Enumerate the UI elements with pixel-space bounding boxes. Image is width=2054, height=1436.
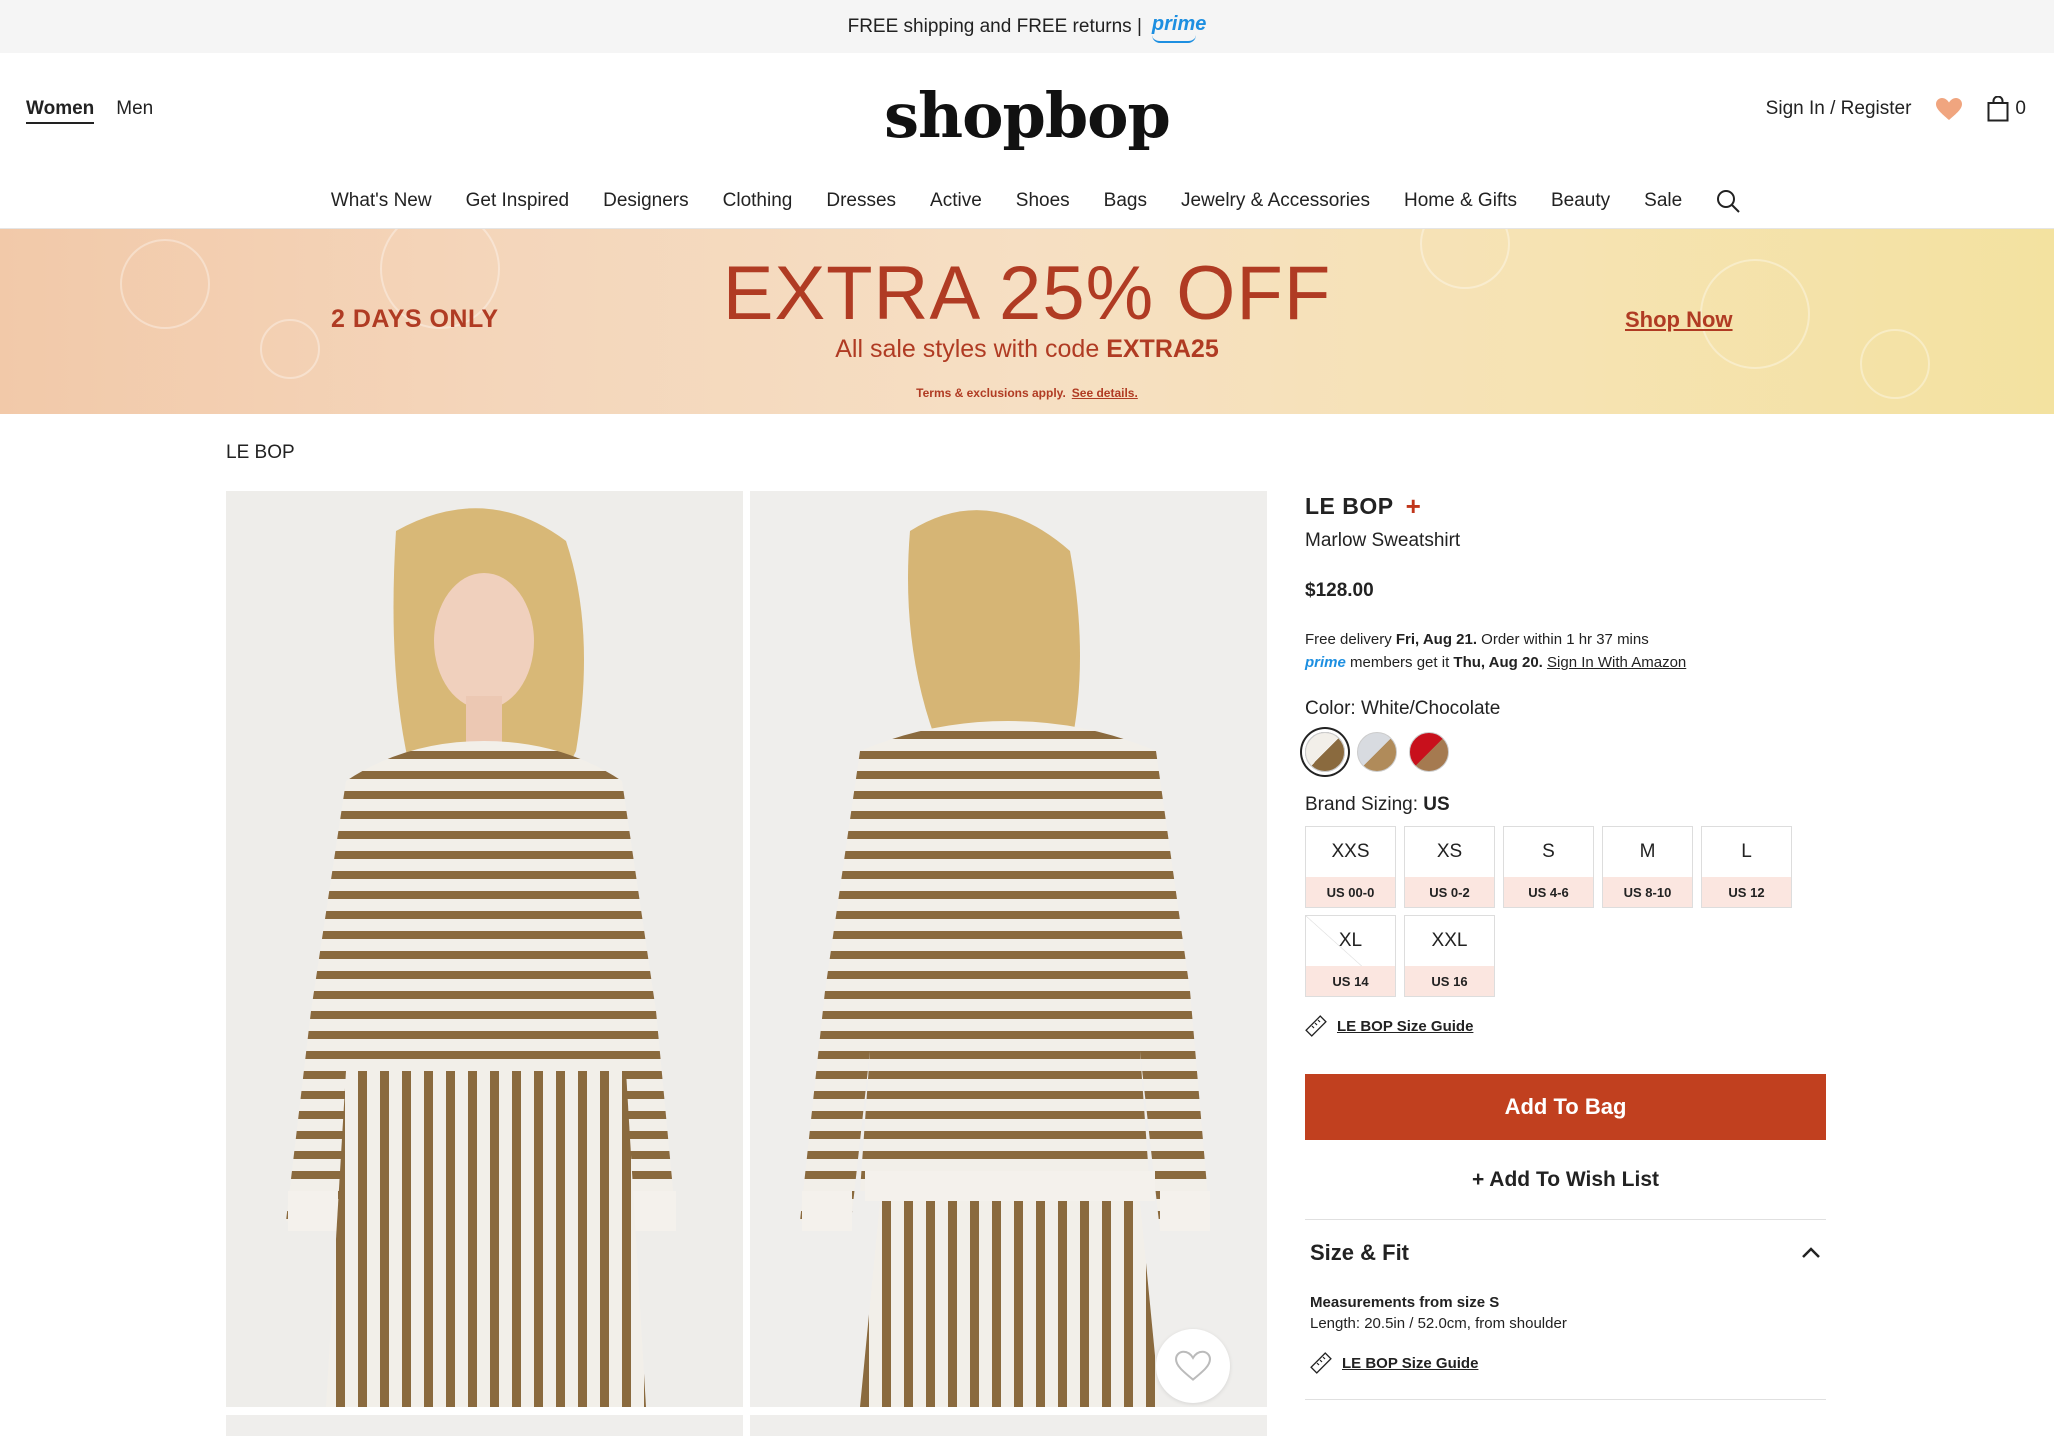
delivery-info: Free delivery Fri, Aug 21. Order within …	[1305, 631, 1687, 671]
size-fit-title: Size & Fit	[1310, 1240, 1410, 1265]
sign-in-link[interactable]: Sign In / Register	[1766, 98, 1912, 120]
promo-headline: EXTRA 25% OFF	[722, 251, 1332, 336]
search-icon[interactable]	[1716, 189, 1740, 213]
nav-designers[interactable]: Designers	[603, 190, 689, 212]
size-label: Brand Sizing: US	[1305, 794, 1450, 815]
nav-whats-new[interactable]: What's New	[331, 190, 432, 212]
shipping-text: FREE shipping and FREE returns |	[847, 15, 1142, 37]
shopbop-logo[interactable]: shopbop	[0, 79, 2054, 152]
main-nav: What's New Get Inspired Designers Clothi…	[0, 173, 2054, 229]
swatch-red-tan[interactable]	[1409, 732, 1449, 772]
promo-terms: Terms & exclusions apply. See details.	[916, 386, 1138, 400]
nav-beauty[interactable]: Beauty	[1551, 190, 1610, 212]
size-guide-link[interactable]: LE BOP Size Guide	[1305, 1015, 1826, 1037]
nav-sale[interactable]: Sale	[1644, 190, 1682, 212]
shopping-bag-icon	[1987, 96, 2009, 122]
follow-brand-plus-icon[interactable]: +	[1406, 491, 1421, 522]
breadcrumb-brand[interactable]: LE BOP	[226, 442, 295, 464]
add-to-bag-button[interactable]: Add To Bag	[1305, 1074, 1826, 1140]
product-image-front[interactable]	[226, 491, 743, 1407]
color-label: Color: White/Chocolate	[1305, 698, 1501, 719]
size-fit-body: Measurements from size S Length: 20.5in …	[1310, 1292, 1821, 1334]
size-fit-header[interactable]: Size & Fit	[1310, 1240, 1821, 1266]
model-front-image	[226, 491, 743, 1407]
nav-bags[interactable]: Bags	[1104, 190, 1147, 212]
product-details: LE BOP + Marlow Sweatshirt $128.00 Free …	[1305, 491, 1826, 1400]
measurements-detail: Length: 20.5in / 52.0cm, from shoulder	[1310, 1315, 1567, 1332]
product-price: $128.00	[1305, 580, 1374, 601]
chevron-up-icon[interactable]	[1801, 1247, 1821, 1259]
promo-banner[interactable]: 2 DAYS ONLY EXTRA 25% OFF All sale style…	[0, 229, 2054, 414]
nav-jewelry-accessories[interactable]: Jewelry & Accessories	[1181, 190, 1370, 212]
product-brand[interactable]: LE BOP	[1305, 493, 1394, 520]
size-grid: XXS US 00-0 XS US 0-2 S US 4-6 M US 8-10 L US…	[1305, 826, 1826, 997]
product-image-3[interactable]	[226, 1415, 743, 1436]
color-swatches	[1305, 732, 1826, 772]
size-option-xxl[interactable]: XXL US 16	[1404, 915, 1495, 997]
swatch-white-tan[interactable]	[1357, 732, 1397, 772]
size-option-m[interactable]: M US 8-10	[1602, 826, 1693, 908]
add-to-wishlist-button[interactable]: + Add To Wish List	[1305, 1140, 1826, 1220]
nav-active[interactable]: Active	[930, 190, 982, 212]
model-back-image	[750, 491, 1267, 1407]
site-header: Women Men shopbop Sign In / Register 0	[0, 53, 2054, 173]
nav-home-gifts[interactable]: Home & Gifts	[1404, 190, 1517, 212]
account-area: Sign In / Register 0	[1766, 96, 2026, 122]
prime-icon: prime	[1305, 654, 1346, 671]
size-fit-accordion: Size & Fit Measurements from size S Leng…	[1305, 1220, 1826, 1374]
size-option-xs[interactable]: XS US 0-2	[1404, 826, 1495, 908]
promo-code: EXTRA25	[1106, 335, 1219, 363]
nav-shoes[interactable]: Shoes	[1016, 190, 1070, 212]
ruler-icon	[1310, 1352, 1332, 1374]
size-option-s[interactable]: S US 4-6	[1503, 826, 1594, 908]
size-fit-guide-link[interactable]: LE BOP Size Guide	[1310, 1352, 1821, 1374]
accordion-divider	[1305, 1399, 1826, 1400]
wishlist-heart-icon[interactable]	[1935, 97, 1963, 121]
size-option-l[interactable]: L US 12	[1701, 826, 1792, 908]
bag-count: 0	[2015, 98, 2026, 119]
shop-now-link[interactable]: Shop Now	[1625, 307, 1733, 333]
nav-get-inspired[interactable]: Get Inspired	[466, 190, 570, 212]
measurements-title: Measurements from size S	[1310, 1294, 1500, 1311]
product-image-back[interactable]	[750, 491, 1267, 1407]
see-details-link[interactable]: See details.	[1072, 386, 1138, 400]
ruler-icon	[1305, 1015, 1327, 1037]
nav-dresses[interactable]: Dresses	[826, 190, 896, 212]
size-option-xxs[interactable]: XXS US 00-0	[1305, 826, 1396, 908]
nav-clothing[interactable]: Clothing	[723, 190, 793, 212]
shipping-banner: FREE shipping and FREE returns | prime	[0, 0, 2054, 53]
product-name: Marlow Sweatshirt	[1305, 530, 1461, 551]
image-favorite-button[interactable]	[1156, 1329, 1230, 1403]
shopping-bag[interactable]: 0	[1987, 96, 2026, 122]
product-image-4[interactable]	[750, 1415, 1267, 1436]
promo-center: EXTRA 25% OFF All sale styles with code …	[0, 249, 2054, 400]
heart-outline-icon	[1175, 1350, 1211, 1381]
promo-subline: All sale styles with code EXTRA25	[835, 335, 1219, 363]
sign-in-amazon-link[interactable]: Sign In With Amazon	[1547, 654, 1686, 671]
prime-logo: prime	[1151, 13, 1206, 43]
swatch-white-chocolate[interactable]	[1305, 732, 1345, 772]
size-option-xl[interactable]: XL US 14	[1305, 915, 1396, 997]
